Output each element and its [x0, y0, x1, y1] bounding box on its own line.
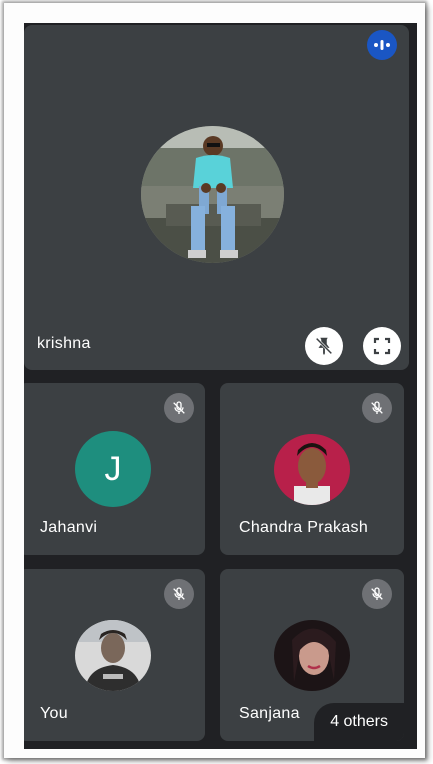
meeting-grid: krishna J Jahanvi Chandra Prakash You Sa… [24, 23, 417, 749]
avatar-you [75, 620, 151, 691]
participant-name: You [40, 705, 68, 722]
fullscreen-button[interactable] [363, 327, 401, 365]
participant-tile-krishna[interactable]: krishna [24, 25, 409, 370]
avatar-krishna [141, 126, 284, 263]
mic-off-icon [164, 393, 194, 423]
avatar-chandra-prakash [274, 434, 350, 505]
audio-bars-icon [367, 30, 397, 60]
participant-name: Jahanvi [40, 519, 98, 536]
avatar-jahanvi: J [75, 431, 151, 507]
mic-off-icon [362, 393, 392, 423]
others-count-chip[interactable]: 4 others [314, 703, 404, 741]
participant-tile-you[interactable]: You [24, 569, 205, 741]
participant-name: Chandra Prakash [239, 519, 369, 536]
unpin-button[interactable] [305, 327, 343, 365]
participant-tile-sanjana[interactable]: Sanjana 4 others [220, 569, 404, 741]
mic-off-icon [164, 579, 194, 609]
screenshot-frame: krishna J Jahanvi Chandra Prakash You Sa… [4, 3, 425, 758]
participant-name: Sanjana [239, 705, 300, 722]
participant-tile-jahanvi[interactable]: J Jahanvi [24, 383, 205, 555]
pin-off-icon [315, 337, 333, 356]
participant-name: krishna [37, 335, 91, 352]
fullscreen-icon [373, 337, 391, 355]
participant-tile-chandra-prakash[interactable]: Chandra Prakash [220, 383, 404, 555]
mic-off-icon [362, 579, 392, 609]
avatar-sanjana [274, 620, 350, 691]
